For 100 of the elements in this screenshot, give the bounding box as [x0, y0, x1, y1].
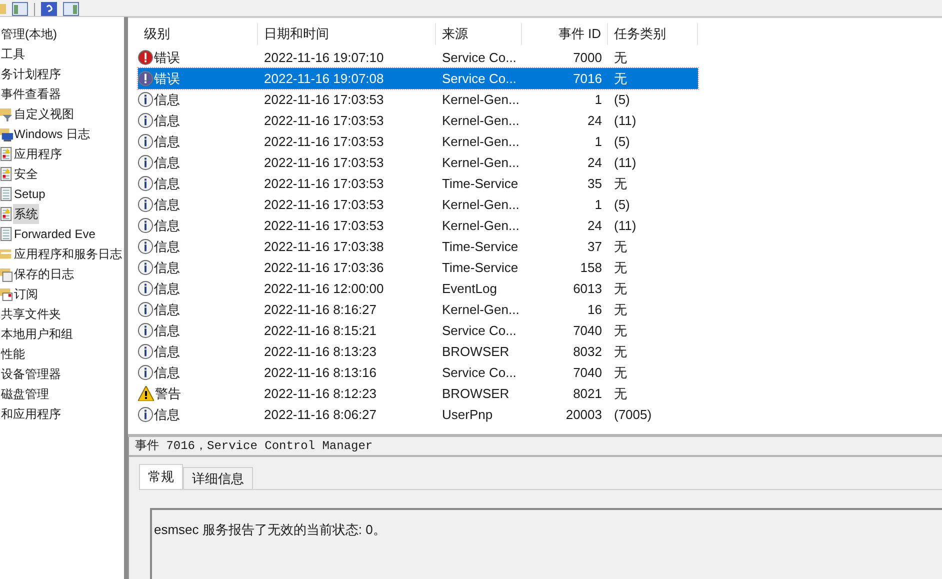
info-icon	[138, 134, 153, 149]
event-row[interactable]: 信息 2022-11-16 17:03:38 Time-Service 37 无	[138, 236, 698, 257]
event-row[interactable]: 信息 2022-11-16 17:03:53 Kernel-Gen... 24 (11)	[138, 215, 698, 236]
tree-item[interactable]: 本地用户和组	[0, 324, 74, 344]
event-row[interactable]: 信息 2022-11-16 12:00:00 EventLog 6013 无	[138, 278, 698, 299]
table-cell-text: Kernel-Gen...	[441, 112, 520, 130]
event-row[interactable]: 信息 2022-11-16 8:06:27 UserPnp 20003 (7005)	[138, 404, 698, 425]
event-row[interactable]: 信息 2022-11-16 17:03:53 Kernel-Gen... 24 (11)	[138, 152, 698, 173]
tree-item[interactable]: 管理(本地)	[0, 24, 58, 44]
event-row[interactable]: 信息 2022-11-16 8:13:23 BROWSER 8032 无	[138, 341, 698, 362]
event-row[interactable]: 信息 2022-11-16 17:03:53 Kernel-Gen... 1 (5)	[138, 131, 698, 152]
table-cell-text: 2022-11-16 17:03:38	[263, 238, 385, 256]
info-icon	[138, 176, 153, 191]
event-row[interactable]: 信息 2022-11-16 8:15:21 Service Co... 7040 无	[138, 320, 698, 341]
tree-item[interactable]: 订阅	[13, 284, 39, 304]
tree-item[interactable]: 应用程序	[13, 144, 63, 164]
tab[interactable]: 详细信息	[183, 467, 253, 489]
tree-item[interactable]: 和应用程序	[0, 404, 62, 424]
table-cell-text: 无	[613, 48, 628, 67]
table-cell-text: 无	[613, 238, 628, 256]
event-row[interactable]: 错误 2022-11-16 19:07:08 Service Co... 7016 无	[138, 68, 698, 89]
tree-item[interactable]: 事件查看器	[0, 84, 62, 104]
table-cell-text: 2022-11-16 19:07:08	[263, 70, 385, 88]
table-cell-text: 信息	[154, 258, 180, 277]
table-cell-text: 2022-11-16 17:03:53	[263, 154, 385, 172]
table-cell-text: 无	[613, 70, 628, 88]
column-header[interactable]: 事件 ID	[522, 23, 608, 45]
tree-item[interactable]: 务计划程序	[0, 64, 62, 84]
info-icon	[138, 281, 153, 296]
event-row[interactable]: 错误 2022-11-16 19:07:10 Service Co... 7000 无	[138, 47, 698, 68]
tree-item[interactable]: 系统	[13, 204, 39, 224]
table-cell-text: 无	[613, 258, 628, 277]
table-cell-text: 无	[613, 384, 628, 403]
event-row[interactable]: 信息 2022-11-16 17:03:36 Time-Service 158 无	[138, 257, 698, 278]
tree-item[interactable]: 共享文件夹	[0, 304, 62, 324]
table-cell-text: 2022-11-16 17:03:53	[263, 90, 385, 109]
event-row[interactable]: 信息 2022-11-16 17:03:53 Time-Service 35 无	[138, 173, 698, 194]
table-cell-text: 1	[594, 196, 603, 214]
help-icon[interactable]	[41, 2, 57, 16]
panel-toggle-icon[interactable]	[12, 2, 28, 16]
table-cell-text: (11)	[613, 216, 638, 235]
filter-folder-icon	[0, 106, 13, 122]
info-icon	[138, 113, 153, 128]
info-icon	[138, 323, 153, 338]
table-cell-text: 信息	[154, 174, 180, 193]
event-row[interactable]: 信息 2022-11-16 17:03:53 Kernel-Gen... 24 (11)	[138, 110, 698, 131]
tree-item[interactable]: Setup	[13, 184, 46, 204]
error-icon	[138, 71, 153, 86]
table-cell-text: Time-Service	[441, 238, 520, 256]
panel-toggle-icon[interactable]	[63, 2, 79, 16]
tree-item[interactable]: 自定义视图	[13, 104, 75, 124]
error-icon	[138, 50, 153, 65]
event-row[interactable]: 信息 2022-11-16 17:03:53 Kernel-Gen... 1 (5)	[138, 89, 698, 110]
tree-item[interactable]: 设备管理器	[0, 364, 62, 384]
event-row[interactable]: 信息 2022-11-16 8:13:16 Service Co... 7040 无	[138, 362, 698, 383]
table-cell-text: 1	[594, 132, 603, 151]
tree-item[interactable]: Windows 日志	[13, 124, 92, 144]
table-cell-text: 8032	[572, 342, 603, 361]
table-cell-text: 信息	[154, 196, 180, 214]
tree-item[interactable]: 性能	[0, 344, 26, 364]
table-cell-text: 2022-11-16 8:12:23	[263, 384, 378, 403]
tree-item[interactable]: 安全	[13, 164, 39, 184]
table-cell-text: 无	[613, 364, 628, 382]
table-cell-text: 7000	[572, 48, 603, 67]
column-header[interactable]: 任务类别	[608, 23, 698, 45]
table-cell-text: 2022-11-16 17:03:36	[263, 258, 385, 277]
column-header[interactable]: 级别	[138, 23, 258, 45]
tab[interactable]: 常规	[139, 464, 183, 489]
table-cell-text: 2022-11-16 17:03:53	[263, 112, 385, 130]
message-box: esmsec 服务报告了无效的当前状态: 0。	[150, 508, 942, 579]
scrollbar[interactable]	[124, 17, 128, 579]
table-cell-text: (11)	[613, 154, 638, 172]
table-cell-text: 6013	[572, 280, 603, 298]
table-cell-text: 7040	[572, 322, 603, 340]
tree-item[interactable]: Forwarded Eve	[13, 224, 96, 244]
table-cell-text: (5)	[613, 132, 631, 151]
table-cell-text: 35	[586, 174, 603, 193]
table-cell-text: 信息	[154, 90, 180, 109]
tree-item[interactable]: 磁盘管理	[0, 384, 50, 404]
event-row[interactable]: 警告 2022-11-16 8:12:23 BROWSER 8021 无	[138, 383, 698, 404]
table-cell-text: 2022-11-16 8:15:21	[263, 322, 378, 340]
event-row[interactable]: 信息 2022-11-16 8:16:27 Kernel-Gen... 16 无	[138, 299, 698, 320]
log-folder-icon	[0, 266, 13, 282]
table-cell-text: 7016	[572, 70, 603, 88]
tree-item[interactable]: 保存的日志	[13, 264, 75, 284]
info-icon	[138, 239, 153, 254]
column-header[interactable]: 来源	[436, 23, 522, 45]
table-cell-text: Kernel-Gen...	[441, 196, 520, 214]
table-cell-text: 7040	[572, 364, 603, 382]
table-cell-text: 2022-11-16 17:03:53	[263, 132, 385, 151]
table-cell-text: 2022-11-16 17:03:53	[263, 216, 385, 235]
info-icon	[138, 365, 153, 380]
tree-item[interactable]: 应用程序和服务日志	[13, 244, 123, 264]
tree-item[interactable]: 工具	[0, 44, 26, 64]
table-cell-text: 无	[613, 300, 628, 319]
column-header[interactable]: 日期和时间	[258, 23, 436, 45]
event-row[interactable]: 信息 2022-11-16 17:03:53 Kernel-Gen... 1 (5)	[138, 194, 698, 215]
table-cell-text: Service Co...	[441, 364, 518, 382]
table-cell-text: 错误	[154, 48, 180, 67]
table-cell-text: Kernel-Gen...	[441, 300, 520, 319]
